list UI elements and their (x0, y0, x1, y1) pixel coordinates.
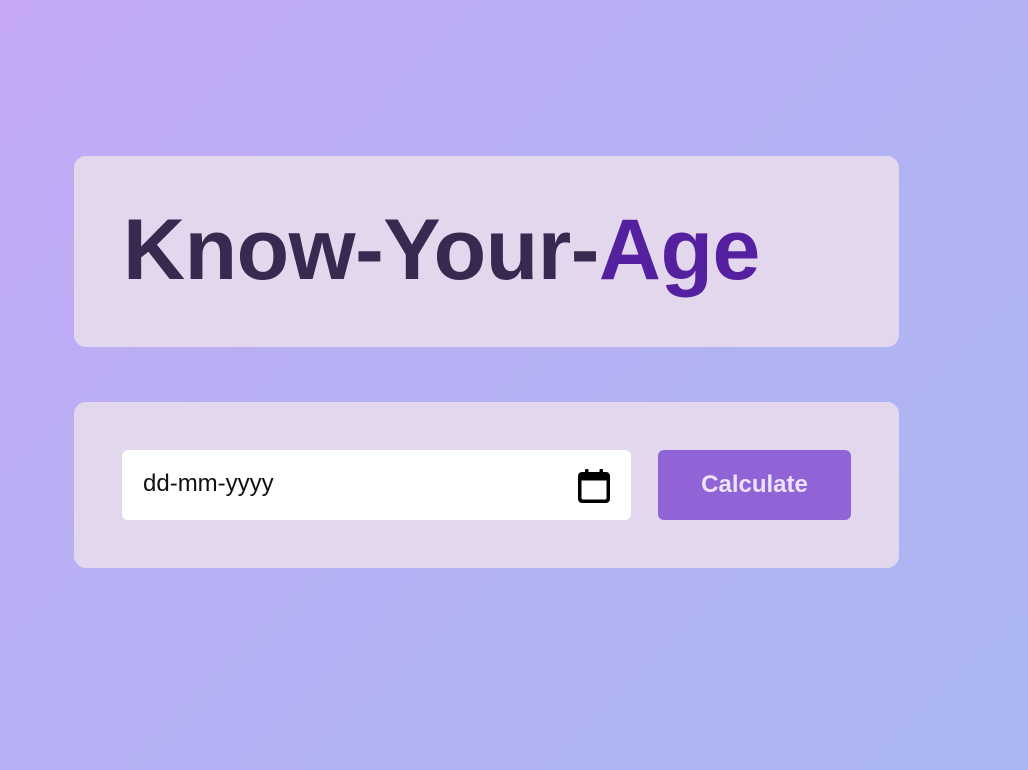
title-main: Know-Your- (123, 202, 599, 298)
title-card: Know-Your-Age (74, 156, 899, 347)
page-title: Know-Your-Age (123, 202, 760, 298)
age-form-card: dd-mm-yyyy Calculate (74, 402, 899, 568)
title-accent: Age (598, 202, 760, 298)
calendar-icon[interactable] (577, 468, 611, 504)
birthdate-placeholder: dd-mm-yyyy (143, 470, 274, 497)
calculate-button[interactable]: Calculate (658, 450, 851, 520)
birthdate-input[interactable]: dd-mm-yyyy (122, 450, 631, 520)
